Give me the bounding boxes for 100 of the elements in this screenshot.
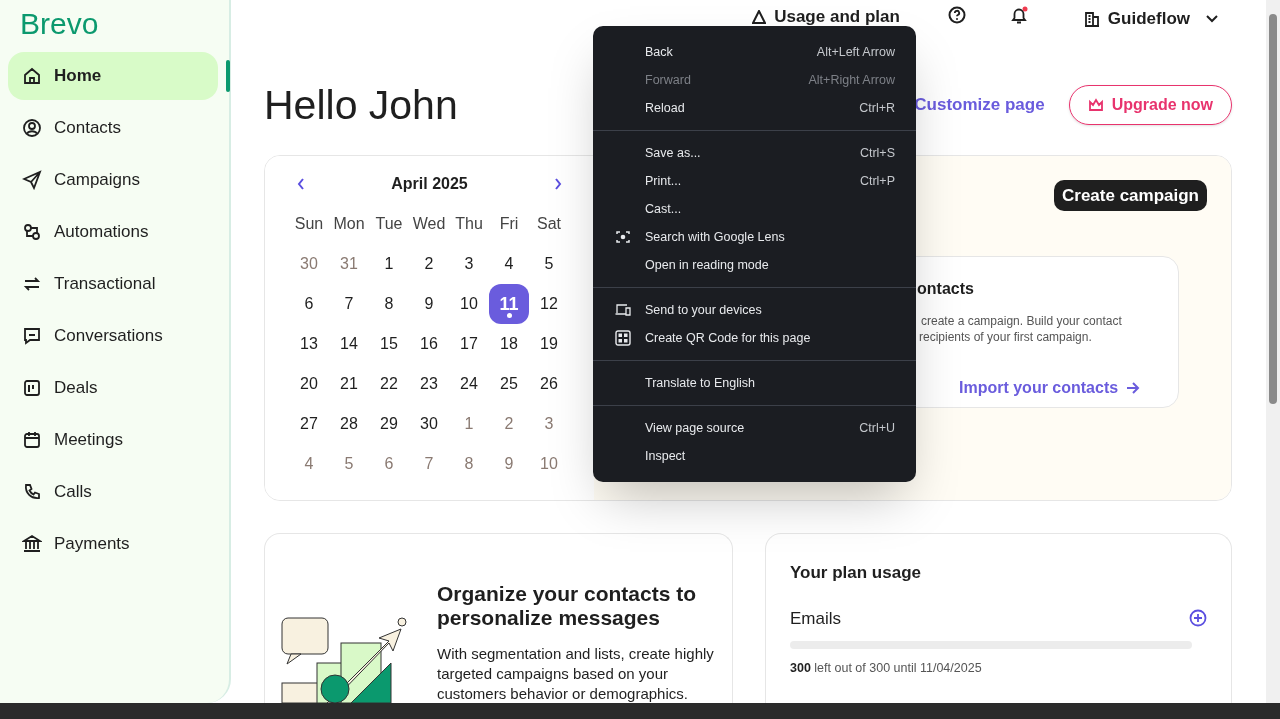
promo-title: Organize your contacts to personalize messages <box>437 582 698 630</box>
sidebar-item[interactable]: Deals <box>8 364 218 412</box>
promo-text: With segmentation and lists, create highly targeted campaigns based on your customers behavior or demographics. <box>437 644 715 703</box>
devices-icon <box>615 303 631 317</box>
weekday-label: Wed <box>411 214 447 234</box>
chevron-right-icon[interactable] <box>554 178 562 190</box>
calendar-day[interactable]: 15 <box>369 324 409 364</box>
calendar-day[interactable]: 13 <box>289 324 329 364</box>
calendar-day[interactable]: 19 <box>529 324 569 364</box>
usage-link[interactable]: Usage and plan <box>774 4 900 30</box>
calendar-day[interactable]: 7 <box>409 444 449 484</box>
calendar-day[interactable]: 1 <box>449 404 489 444</box>
active-indicator <box>226 60 230 92</box>
calendar-day[interactable]: 8 <box>369 284 409 324</box>
calendar-day[interactable]: 17 <box>449 324 489 364</box>
weekday-label: Mon <box>332 214 366 234</box>
calendar-day[interactable]: 27 <box>289 404 329 444</box>
calendar-day[interactable]: 18 <box>489 324 529 364</box>
help-icon[interactable] <box>947 6 966 24</box>
calendar-day[interactable]: 6 <box>289 284 329 324</box>
calendar-day[interactable]: 21 <box>329 364 369 404</box>
weekday-label: Sat <box>536 214 562 234</box>
vertical-scrollbar[interactable] <box>1266 0 1280 703</box>
sidebar-item[interactable]: Calls <box>8 468 218 516</box>
camera-icon <box>615 229 631 245</box>
calendar-day[interactable]: 6 <box>369 444 409 484</box>
import-contacts-link[interactable]: Import your contacts <box>959 376 1141 400</box>
calendar-day[interactable]: 11 <box>489 284 529 324</box>
add-icon[interactable] <box>1189 609 1207 628</box>
calendar-day[interactable]: 10 <box>449 284 489 324</box>
calendar-day[interactable]: 4 <box>289 444 329 484</box>
sidebar-item[interactable]: Automations <box>8 208 218 256</box>
calendar-day[interactable]: 7 <box>329 284 369 324</box>
brevo-logo[interactable]: Brevo <box>20 4 99 44</box>
calendar-day[interactable]: 2 <box>489 404 529 444</box>
context-menu-item[interactable]: Back Alt+Left Arrow <box>593 38 916 66</box>
context-menu-item[interactable]: Translate to English <box>593 369 916 397</box>
context-menu-item[interactable]: Print... Ctrl+P <box>593 167 916 195</box>
weekday-label: Tue <box>374 214 404 234</box>
calendar-day[interactable]: 5 <box>329 444 369 484</box>
calendar-day[interactable]: 2 <box>409 244 449 284</box>
bell-icon[interactable] <box>1009 6 1028 25</box>
calendar-day[interactable]: 22 <box>369 364 409 404</box>
calendar-day[interactable]: 26 <box>529 364 569 404</box>
context-menu-item[interactable]: Cast... <box>593 195 916 223</box>
sidebar-item[interactable]: Campaigns <box>8 156 218 204</box>
calendar-day[interactable]: 1 <box>369 244 409 284</box>
context-menu-item[interactable]: Search with Google Lens <box>593 223 916 251</box>
calendar-day[interactable]: 24 <box>449 364 489 404</box>
create-campaign-button[interactable]: Create campaign <box>1054 180 1207 211</box>
calendar-day[interactable]: 9 <box>489 444 529 484</box>
calendar-day[interactable]: 5 <box>529 244 569 284</box>
horizontal-scrollbar[interactable] <box>0 703 1280 719</box>
calendar-day[interactable]: 23 <box>409 364 449 404</box>
account-name[interactable]: Guideflow <box>1107 6 1190 32</box>
building-icon <box>1083 10 1100 27</box>
sidebar-item[interactable]: Home <box>8 52 218 100</box>
calendar-day[interactable]: 3 <box>449 244 489 284</box>
card-text: create a campaign. Build your contact <box>921 313 1122 329</box>
calendar-day[interactable]: 9 <box>409 284 449 324</box>
paper-plane-icon <box>22 170 42 190</box>
calendar-day[interactable]: 12 <box>529 284 569 324</box>
context-menu-item[interactable]: Send to your devices <box>593 296 916 324</box>
customize-page-link[interactable]: Customize page <box>914 92 1045 118</box>
greeting-heading: Hello John <box>264 81 458 131</box>
sidebar-item[interactable]: Payments <box>8 520 218 568</box>
calendar-day[interactable]: 20 <box>289 364 329 404</box>
sidebar-item[interactable]: Meetings <box>8 416 218 464</box>
calendar-day[interactable]: 28 <box>329 404 369 444</box>
context-menu-item[interactable]: Create QR Code for this page <box>593 324 916 352</box>
context-menu-item[interactable]: Open in reading mode <box>593 251 916 279</box>
calendar-day[interactable]: 8 <box>449 444 489 484</box>
calendar-day[interactable]: 29 <box>369 404 409 444</box>
tent-icon <box>752 9 767 24</box>
calendar-day[interactable]: 4 <box>489 244 529 284</box>
context-menu-item[interactable]: Save as... Ctrl+S <box>593 139 916 167</box>
calendar-day[interactable]: 30 <box>409 404 449 444</box>
context-menu-item[interactable]: Reload Ctrl+R <box>593 94 916 122</box>
calendar-icon <box>22 430 42 450</box>
calendar-day[interactable]: 31 <box>329 244 369 284</box>
person-circle-icon <box>22 118 42 138</box>
qr-code-icon <box>615 330 631 346</box>
chevron-down-icon[interactable] <box>1206 14 1218 23</box>
calendar-day[interactable]: 30 <box>289 244 329 284</box>
sidebar-item[interactable]: Conversations <box>8 312 218 360</box>
calendar-day[interactable]: 3 <box>529 404 569 444</box>
plan-usage-title: Your plan usage <box>790 562 922 584</box>
calendar-day[interactable]: 14 <box>329 324 369 364</box>
crown-icon <box>1087 98 1104 112</box>
context-menu-item[interactable]: View page source Ctrl+U <box>593 414 916 442</box>
calendar-day[interactable]: 25 <box>489 364 529 404</box>
sidebar-item[interactable]: Contacts <box>8 104 218 152</box>
card-text: recipients of your first campaign. <box>919 329 1092 345</box>
context-menu-item[interactable]: Inspect <box>593 442 916 470</box>
bank-icon <box>22 534 42 554</box>
board-icon <box>22 378 42 398</box>
chevron-left-icon[interactable] <box>297 178 305 190</box>
calendar-day[interactable]: 10 <box>529 444 569 484</box>
calendar-day[interactable]: 16 <box>409 324 449 364</box>
sidebar-item[interactable]: Transactional <box>8 260 218 308</box>
